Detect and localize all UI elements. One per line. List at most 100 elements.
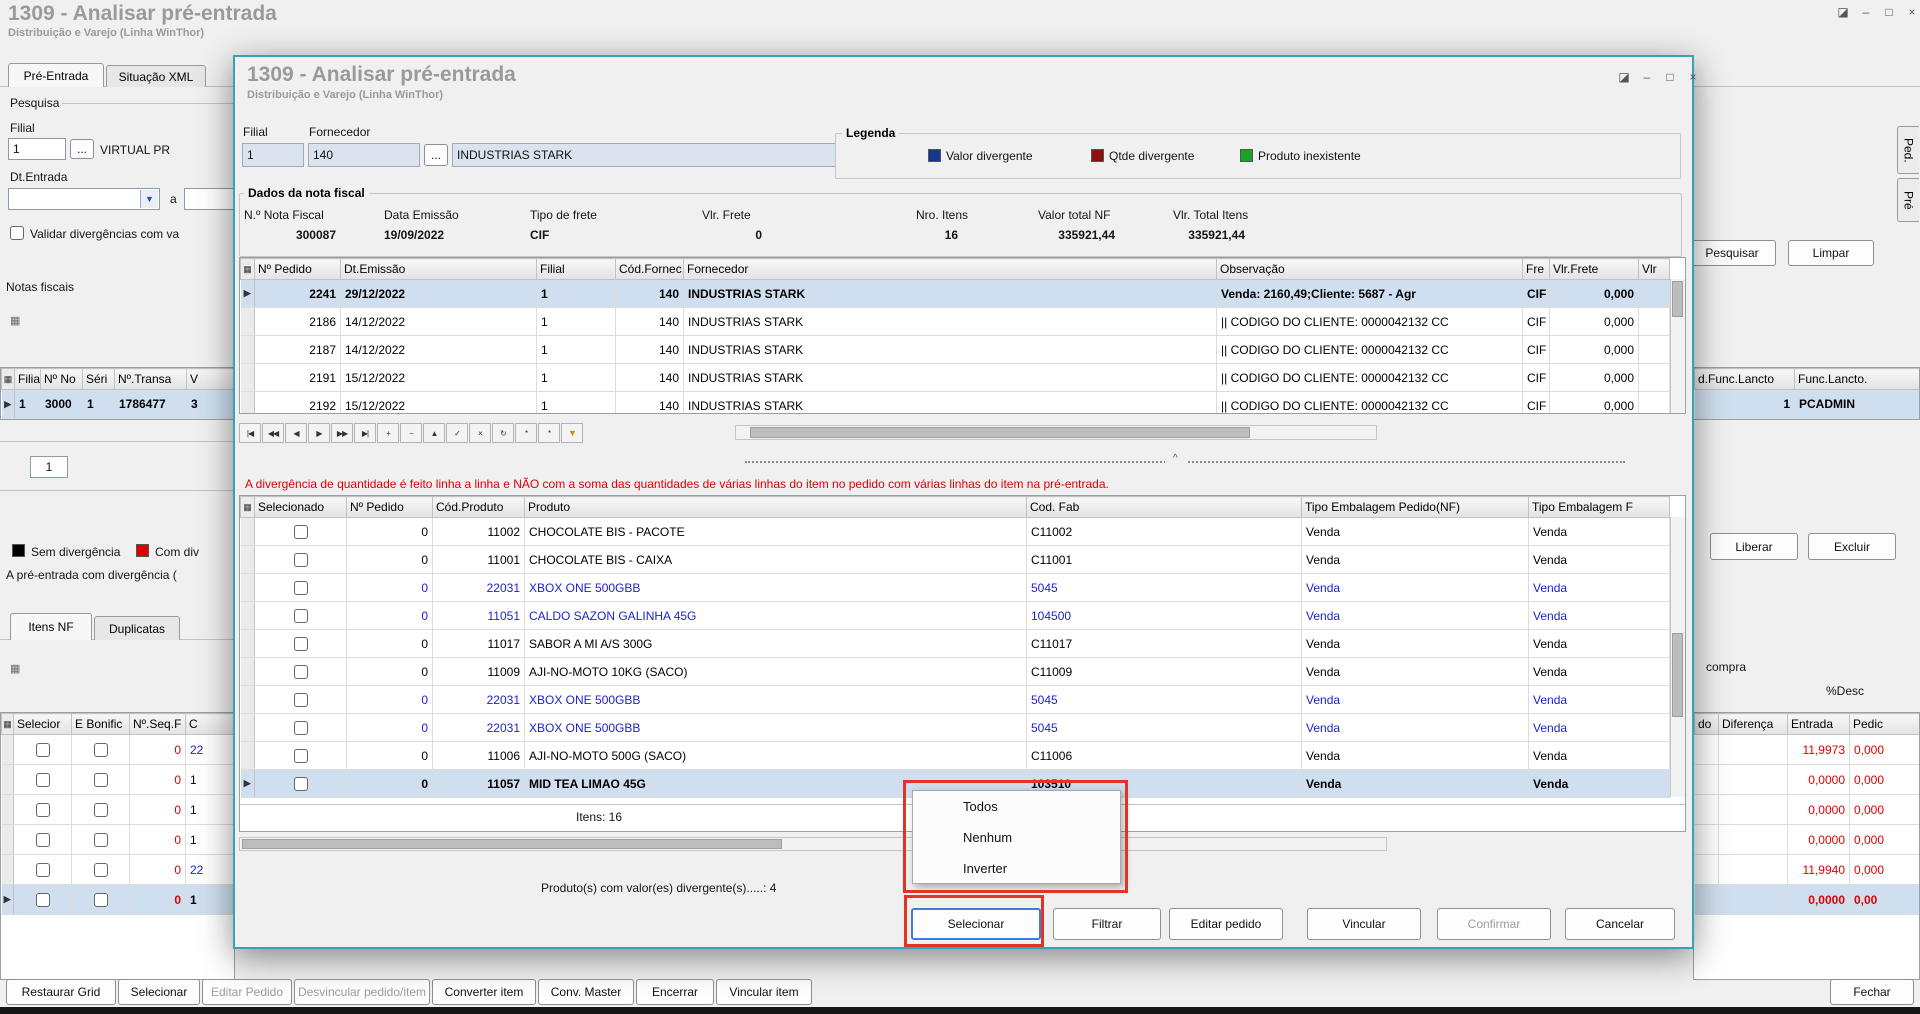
fechar-button[interactable]: Fechar	[1830, 979, 1914, 1005]
modal-filial-input[interactable]: 1	[242, 143, 304, 167]
side-tab-pre[interactable]: Pré	[1897, 178, 1919, 222]
column-header[interactable]: Cód.Fornec.	[616, 259, 684, 280]
row-checkbox[interactable]	[294, 525, 308, 539]
column-header[interactable]: Vlr.Frete	[1550, 259, 1639, 280]
row-checkbox[interactable]	[294, 693, 308, 707]
horizontal-scrollbar[interactable]	[735, 425, 1377, 440]
horizontal-scrollbar[interactable]	[239, 837, 1387, 851]
grid-row[interactable]: 0,00000,000	[1695, 795, 1920, 825]
maximize-icon[interactable]: □	[1881, 4, 1897, 20]
cancelar-button[interactable]: Cancelar	[1565, 908, 1675, 940]
column-header[interactable]: Produto	[525, 497, 1027, 518]
grid-row[interactable]: ▶224129/12/20221140INDUSTRIAS STARKVenda…	[241, 280, 1670, 308]
column-header[interactable]: ▦	[241, 259, 255, 280]
refresh-icon[interactable]: ↻	[492, 423, 514, 443]
grid-row[interactable]: ▶01	[2, 885, 235, 915]
grid-row[interactable]: 011017SABOR A MI A/S 300GC11017VendaVend…	[241, 630, 1670, 658]
menu-item-todos[interactable]: Todos	[913, 791, 1120, 822]
vertical-scrollbar[interactable]	[1670, 517, 1685, 797]
grid-row[interactable]: 11,99400,000	[1695, 855, 1920, 885]
column-header[interactable]: Filial	[537, 259, 616, 280]
grid-row[interactable]: 219115/12/20221140INDUSTRIAS STARK|| COD…	[241, 364, 1670, 392]
row-checkbox[interactable]	[36, 893, 50, 907]
minimize-icon[interactable]: –	[1858, 4, 1874, 20]
grid-row[interactable]: 0,00000,000	[1695, 765, 1920, 795]
cancel-edit-icon[interactable]: ×	[469, 423, 491, 443]
goto-bookmark-icon[interactable]: *	[538, 423, 560, 443]
column-header[interactable]: Filia	[15, 369, 41, 390]
column-header[interactable]: E Bonific	[72, 714, 130, 735]
tab-itens-nf[interactable]: Itens NF	[10, 613, 92, 640]
grid-row[interactable]: 022031XBOX ONE 500GBB5045VendaVenda	[241, 574, 1670, 602]
menu-item-nenhum[interactable]: Nenhum	[913, 822, 1120, 853]
encerrar-button[interactable]: Encerrar	[636, 979, 714, 1005]
shade-icon[interactable]: ◪	[1616, 69, 1632, 85]
first-record-icon[interactable]: |◀	[239, 423, 261, 443]
maximize-icon[interactable]: □	[1662, 69, 1678, 85]
selecionar-main-button[interactable]: Selecionar	[118, 979, 200, 1005]
menu-item-inverter[interactable]: Inverter	[913, 853, 1120, 884]
scrollbar-thumb[interactable]	[1672, 633, 1683, 717]
last-record-icon[interactable]: ▶|	[354, 423, 376, 443]
grid-row[interactable]: 011002CHOCOLATE BIS - PACOTEC11002VendaV…	[241, 518, 1670, 546]
conv-master-button[interactable]: Conv. Master	[538, 979, 634, 1005]
tab-pre-entrada[interactable]: Pré-Entrada	[8, 63, 104, 87]
filtrar-button[interactable]: Filtrar	[1053, 908, 1161, 940]
row-checkbox[interactable]	[294, 581, 308, 595]
grid-row[interactable]: 022	[2, 735, 235, 765]
column-header[interactable]: ▦	[2, 369, 15, 390]
row-checkbox[interactable]	[94, 743, 108, 757]
tab-situacao-xml[interactable]: Situação XML	[106, 65, 206, 87]
pesquisar-button[interactable]: Pesquisar	[1688, 240, 1776, 266]
grid-row[interactable]: 011006AJI-NO-MOTO 500G (SACO)C11006Venda…	[241, 742, 1670, 770]
column-header[interactable]: Selecionado	[255, 497, 347, 518]
tab-duplicatas[interactable]: Duplicatas	[94, 616, 180, 640]
column-header[interactable]: C	[186, 714, 235, 735]
chevron-down-icon[interactable]: ▼	[140, 190, 158, 208]
grid-row[interactable]: 219215/12/20221140INDUSTRIAS STARK|| COD…	[241, 392, 1670, 415]
row-checkbox[interactable]	[294, 609, 308, 623]
excluir-button[interactable]: Excluir	[1808, 533, 1896, 560]
grid-row[interactable]: 022031XBOX ONE 500GBB5045VendaVenda	[241, 686, 1670, 714]
grid-row[interactable]: ▶13000117864773	[2, 390, 235, 419]
restaurar-grid-button[interactable]: Restaurar Grid	[6, 979, 116, 1005]
editar-pedido-button[interactable]: Editar pedido	[1169, 908, 1283, 940]
grid-row[interactable]: 218614/12/20221140INDUSTRIAS STARK|| COD…	[241, 308, 1670, 336]
liberar-button[interactable]: Liberar	[1710, 533, 1798, 560]
row-checkbox[interactable]	[94, 773, 108, 787]
next-page-icon[interactable]: ▶▶	[331, 423, 353, 443]
prior-record-icon[interactable]: ◀	[285, 423, 307, 443]
modal-fornecedor-input[interactable]: 140	[308, 143, 420, 167]
column-header[interactable]: Tipo Embalagem Pedido(NF)	[1302, 497, 1529, 518]
column-header[interactable]: Func.Lancto.	[1795, 369, 1920, 390]
fornecedor-lookup-button[interactable]: ...	[424, 144, 448, 166]
row-checkbox[interactable]	[294, 665, 308, 679]
row-checkbox[interactable]	[294, 553, 308, 567]
shade-icon[interactable]: ◪	[1835, 4, 1851, 20]
column-header[interactable]: Séri	[83, 369, 115, 390]
insert-record-icon[interactable]: +	[377, 423, 399, 443]
row-checkbox[interactable]	[94, 833, 108, 847]
row-checkbox[interactable]	[94, 893, 108, 907]
row-checkbox[interactable]	[294, 777, 308, 791]
limpar-button[interactable]: Limpar	[1788, 240, 1874, 266]
column-header[interactable]: ▦	[241, 497, 255, 518]
splitter-collapse-icon[interactable]: ^	[1165, 453, 1186, 464]
grid-row[interactable]: 0,00000,000	[1695, 825, 1920, 855]
column-header[interactable]: Fornecedor	[684, 259, 1217, 280]
grid-row[interactable]: 022031XBOX ONE 500GBB5045VendaVenda	[241, 714, 1670, 742]
column-header[interactable]: Tipo Embalagem F	[1529, 497, 1670, 518]
row-checkbox[interactable]	[36, 803, 50, 817]
post-edit-icon[interactable]: ✓	[446, 423, 468, 443]
grid-row[interactable]: 01	[2, 795, 235, 825]
grid-row[interactable]: 011051CALDO SAZON GALINHA 45G104500Venda…	[241, 602, 1670, 630]
column-header[interactable]: Cod. Fab	[1027, 497, 1302, 518]
row-checkbox[interactable]	[294, 637, 308, 651]
prior-page-icon[interactable]: ◀◀	[262, 423, 284, 443]
column-header[interactable]: Observação	[1217, 259, 1523, 280]
edit-record-icon[interactable]: ▲	[423, 423, 445, 443]
next-record-icon[interactable]: ▶	[308, 423, 330, 443]
grid-row[interactable]: 218714/12/20221140INDUSTRIAS STARK|| COD…	[241, 336, 1670, 364]
grid-row[interactable]: 011001CHOCOLATE BIS - CAIXAC11001VendaVe…	[241, 546, 1670, 574]
column-header[interactable]: Nº No	[41, 369, 83, 390]
